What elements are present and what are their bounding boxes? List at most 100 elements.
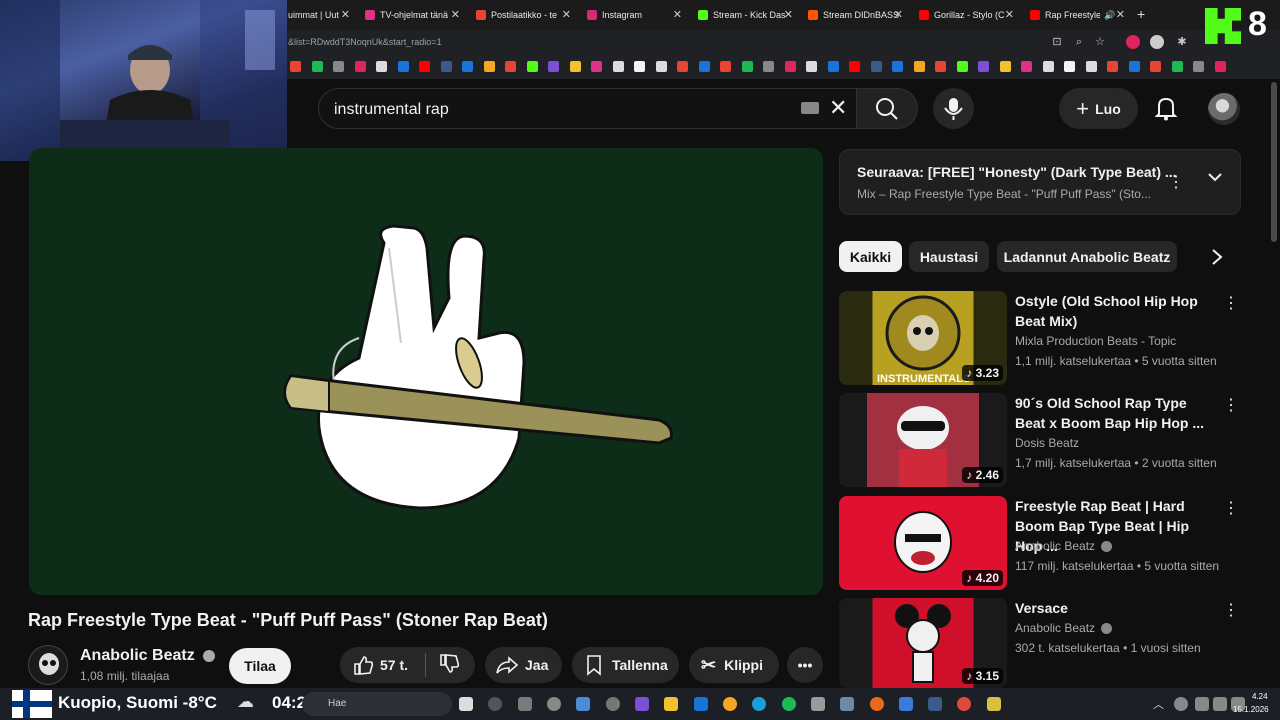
more-actions-button[interactable]: ••• <box>787 647 823 683</box>
recommendation-item[interactable]: ♪ 3.15 Versace Anabolic Beatz 302 t. kat… <box>839 598 1241 688</box>
bookmark-favicon-icon[interactable] <box>741 61 753 72</box>
recommendation-channel[interactable]: Dosis Beatz <box>1015 436 1079 450</box>
browser-tab[interactable]: Gorillaz - Stylo (C ✕ <box>919 4 1014 26</box>
app-icon[interactable] <box>987 697 1001 711</box>
bookmark-favicon-icon[interactable] <box>784 61 796 72</box>
more-vertical-icon[interactable]: ⋮ <box>1223 293 1239 313</box>
video-thumbnail[interactable]: ♪ 3.15 <box>839 598 1007 688</box>
steam-icon[interactable] <box>928 697 942 711</box>
bookmark-favicon-icon[interactable] <box>1021 61 1032 72</box>
clear-search-icon[interactable]: ✕ <box>829 95 847 121</box>
bookmark-favicon-icon[interactable] <box>720 61 731 72</box>
bookmark-favicon-icon[interactable] <box>333 61 344 72</box>
firefox-icon[interactable] <box>870 697 884 711</box>
task-view-icon[interactable] <box>459 697 473 711</box>
tab-close-icon[interactable]: ✕ <box>894 8 903 21</box>
url-text[interactable]: &list=RDwddT3NoqnUk&start_radio=1 <box>288 37 442 47</box>
browser-tab[interactable]: TV-ohjelmat tänä ✕ <box>365 4 460 26</box>
bookmark-favicon-icon[interactable] <box>462 61 473 72</box>
tab-close-icon[interactable]: ✕ <box>1005 8 1014 21</box>
bookmark-favicon-icon[interactable] <box>397 61 409 72</box>
more-vertical-icon[interactable]: ⋮ <box>1223 498 1239 518</box>
video-thumbnail[interactable]: ♪ 4.20 <box>839 496 1007 590</box>
bookmark-favicon-icon[interactable] <box>1107 61 1118 72</box>
tab-close-icon[interactable]: ✕ <box>673 8 682 21</box>
bookmark-favicon-icon[interactable] <box>1150 61 1161 72</box>
share-button[interactable]: Jaa <box>485 647 562 683</box>
chrome-icon[interactable] <box>957 697 971 711</box>
chat-icon[interactable] <box>635 697 649 711</box>
bookmark-favicon-icon[interactable] <box>1042 61 1054 72</box>
app-icon[interactable] <box>723 697 737 711</box>
bookmark-favicon-icon[interactable] <box>849 61 860 72</box>
browser-tab[interactable]: uimmat | Uut ✕ <box>288 4 350 26</box>
tab-close-icon[interactable]: ✕ <box>1116 8 1125 21</box>
notifications-bell-icon[interactable] <box>1150 92 1182 124</box>
bookmark-favicon-icon[interactable] <box>913 61 925 72</box>
recommendation-item[interactable]: ♪ 4.20 Freestyle Rap Beat | Hard Boom Ba… <box>839 496 1241 592</box>
bookmark-favicon-icon[interactable] <box>935 61 946 72</box>
bookmark-favicon-icon[interactable] <box>956 61 968 72</box>
extension-icon[interactable] <box>1150 35 1164 49</box>
bookmark-favicon-icon[interactable] <box>1171 61 1183 72</box>
settings-icon[interactable] <box>606 697 620 711</box>
user-avatar[interactable] <box>1208 93 1240 125</box>
dislike-button[interactable] <box>426 653 460 678</box>
browser-tab-active[interactable]: Rap Freestyle 🔊 ✕ <box>1030 4 1125 26</box>
bookmark-favicon-icon[interactable] <box>677 61 688 72</box>
search-input[interactable]: instrumental rap <box>334 101 449 119</box>
bookmark-favicon-icon[interactable] <box>483 61 495 72</box>
bookmark-favicon-icon[interactable] <box>548 61 559 72</box>
bookmark-favicon-icon[interactable] <box>311 61 323 72</box>
chip-for-you[interactable]: Haustasi <box>909 241 989 272</box>
more-vertical-icon[interactable]: ⋮ <box>1223 600 1239 620</box>
chip-all[interactable]: Kaikki <box>839 241 902 272</box>
tab-close-icon[interactable]: ✕ <box>562 8 571 21</box>
clip-button[interactable]: ✂ Klippi <box>689 647 779 683</box>
app-icon[interactable] <box>840 697 854 711</box>
bookmark-favicon-icon[interactable] <box>698 61 710 72</box>
bookmark-favicon-icon[interactable] <box>634 61 645 72</box>
recommendation-channel[interactable]: Anabolic Beatz <box>1015 621 1113 635</box>
tab-close-icon[interactable]: ✕ <box>341 8 350 21</box>
save-button[interactable]: Tallenna <box>572 647 679 683</box>
channel-avatar[interactable] <box>28 645 68 685</box>
new-tab-button[interactable]: + <box>1137 6 1145 22</box>
video-thumbnail[interactable]: INSTRUMENTALS ♪ 3.23 <box>839 291 1007 385</box>
extensions-puzzle-icon[interactable]: ✱ <box>1175 35 1189 49</box>
recommendation-channel[interactable]: Anabolic Beatz <box>1015 539 1113 553</box>
bookmark-favicon-icon[interactable] <box>376 61 387 72</box>
app-icon[interactable] <box>518 697 532 711</box>
recommendation-title[interactable]: Ostyle (Old School Hip Hop Beat Mix) <box>1015 291 1220 331</box>
app-icon[interactable] <box>811 697 825 711</box>
speaker-icon[interactable]: 🔊 <box>1104 10 1115 21</box>
bookmark-favicon-icon[interactable] <box>591 61 602 72</box>
bookmark-favicon-icon[interactable] <box>763 61 774 72</box>
tray-icon[interactable] <box>1174 697 1188 711</box>
bookmark-favicon-icon[interactable] <box>978 61 989 72</box>
chip-uploaded-by[interactable]: Ladannut Anabolic Beatz <box>997 241 1177 272</box>
up-next-panel[interactable]: Seuraava: [FREE] "Honesty" (Dark Type Be… <box>839 149 1241 215</box>
bookmark-star-icon[interactable]: ☆ <box>1093 35 1107 49</box>
extension-icon[interactable] <box>1126 35 1140 49</box>
voice-search-button[interactable] <box>933 88 974 129</box>
bookmark-favicon-icon[interactable] <box>1214 61 1226 72</box>
video-thumbnail[interactable]: ♪ 2.46 <box>839 393 1007 487</box>
app-icon[interactable] <box>547 697 561 711</box>
recommendation-title[interactable]: 90´s Old School Rap Type Beat x Boom Bap… <box>1015 393 1220 433</box>
search-box[interactable]: instrumental rap ✕ <box>318 88 858 129</box>
bookmark-favicon-icon[interactable] <box>526 61 538 72</box>
bookmark-favicon-icon[interactable] <box>806 61 817 72</box>
page-scrollbar[interactable] <box>1271 82 1277 242</box>
bookmark-favicon-icon[interactable] <box>612 61 624 72</box>
chevron-right-icon[interactable] <box>1207 247 1227 272</box>
file-explorer-icon[interactable] <box>664 697 678 711</box>
edge-icon[interactable] <box>752 697 766 711</box>
browser-tab[interactable]: Postilaatikko - te ✕ <box>476 4 571 26</box>
display-icon[interactable] <box>1195 697 1209 711</box>
tab-close-icon[interactable]: ✕ <box>784 8 793 21</box>
more-vertical-icon[interactable]: ⋮ <box>1223 395 1239 415</box>
bookmark-favicon-icon[interactable] <box>440 61 452 72</box>
video-player[interactable] <box>29 148 823 595</box>
install-icon[interactable]: ⊡ <box>1050 35 1064 49</box>
